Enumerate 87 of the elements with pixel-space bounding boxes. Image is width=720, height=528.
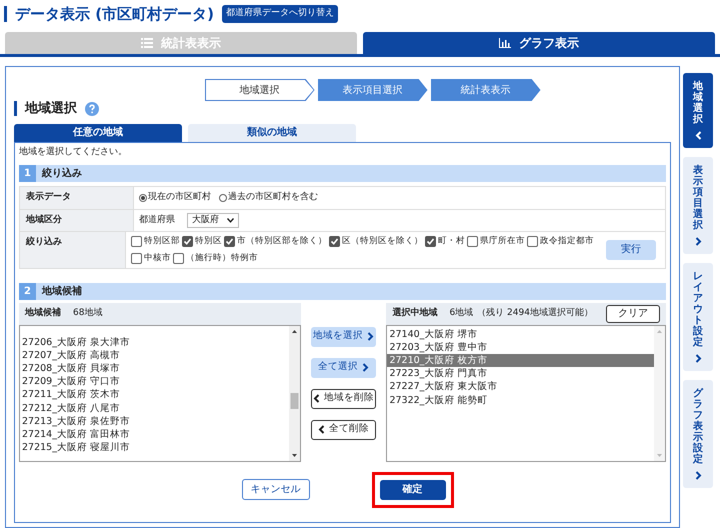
list-item[interactable]: 27215_大阪府 寝屋川市 — [22, 441, 130, 454]
count-text: 6地域 — [449, 306, 474, 320]
cancel-button[interactable]: キャンセル — [242, 479, 310, 500]
checkbox[interactable] — [131, 236, 142, 247]
instruction-text: 地域を選択してください。 — [19, 146, 127, 158]
transfer-button[interactable]: 地域を削除 — [310, 388, 376, 408]
chevron-right-icon — [694, 471, 702, 480]
clear-button[interactable]: クリア — [606, 304, 660, 322]
checkbox[interactable] — [173, 252, 184, 264]
radio-button[interactable] — [219, 194, 227, 202]
step-indicator: 表示項目選択 — [318, 79, 428, 101]
checkbox[interactable] — [425, 236, 436, 247]
region-tab[interactable]: 任意の地域 — [14, 124, 182, 142]
list-item[interactable]: 27212_大阪府 八尾市 — [22, 402, 120, 415]
checkbox[interactable] — [527, 236, 538, 247]
list-icon — [141, 38, 153, 48]
list-title: 地域候補 — [25, 306, 61, 320]
confirm-button[interactable]: 確定 — [380, 480, 446, 500]
switch-button[interactable]: 都道府県データへ切り替え — [222, 5, 338, 23]
side-tab[interactable]: 表示項目選択 — [683, 157, 713, 254]
checkbox-label: 政令指定都市 — [540, 235, 594, 248]
section-number: 2 — [19, 282, 36, 300]
region-tab[interactable]: 類似の地域 — [188, 124, 356, 142]
checkbox-label: 市（特別区部を除く） — [237, 235, 327, 248]
list-item[interactable]: 27213_大阪府 泉佐野市 — [22, 414, 130, 428]
radio-label: 過去の市区町村を含む — [228, 191, 318, 204]
checkbox[interactable] — [467, 236, 478, 247]
list-item[interactable]: 27210_大阪府 枚方市 — [387, 354, 654, 368]
step-indicator: 地域選択 — [204, 79, 314, 101]
chevron-left-icon — [318, 425, 325, 434]
view-tab[interactable]: グラフ表示 — [363, 32, 715, 54]
chevron-right-icon — [694, 237, 702, 246]
row-label: 地域区分 — [26, 214, 62, 224]
checkbox-label: 区（特別区を除く） — [342, 235, 423, 248]
list-title: 選択中地域 — [392, 306, 438, 320]
help-icon[interactable] — [85, 102, 99, 116]
list-item[interactable]: 27322_大阪府 能勢町 — [387, 394, 654, 407]
checkbox-label: 県庁所在市 — [480, 235, 525, 248]
section-title: 地域選択 — [25, 100, 77, 118]
list-item[interactable]: 27209_大阪府 守口市 — [22, 375, 120, 388]
step-indicator: 統計表表示 — [430, 79, 540, 101]
remaining-text: （残り 2494地域選択可能） — [477, 306, 593, 320]
checkbox[interactable] — [329, 236, 340, 247]
radio-button[interactable] — [139, 194, 147, 202]
transfer-button[interactable]: 地域を選択 — [310, 326, 376, 346]
checkbox[interactable] — [224, 236, 235, 247]
chevron-right-icon — [694, 354, 702, 363]
list-item[interactable]: 27203_大阪府 豊中市 — [387, 340, 654, 354]
chevron-right-icon — [366, 332, 374, 341]
checkbox[interactable] — [182, 236, 193, 247]
run-button[interactable]: 実行 — [606, 240, 656, 260]
checkbox-label: （施行時）特例市 — [186, 252, 258, 264]
checkbox-label: 中核市 — [144, 252, 171, 264]
list-item[interactable]: 27207_大阪府 高槻市 — [22, 348, 120, 362]
side-tab[interactable]: 地域選択 — [683, 73, 713, 148]
chevron-left-icon — [312, 394, 320, 403]
chevron-right-icon — [362, 363, 369, 372]
page-title: データ表示 (市区町村データ) — [15, 4, 214, 25]
row-label: 表示データ — [26, 192, 71, 202]
bar-chart-icon — [499, 38, 511, 48]
list-item[interactable]: 27206_大阪府 泉大津市 — [22, 336, 130, 349]
checkbox[interactable] — [131, 252, 142, 264]
field-label: 都道府県 — [139, 214, 175, 226]
list-item[interactable]: 27208_大阪府 貝塚市 — [22, 362, 120, 376]
transfer-button[interactable]: 全て選択 — [310, 358, 376, 378]
section-number: 1 — [19, 165, 36, 182]
list-item[interactable]: 27140_大阪府 堺市 — [387, 328, 654, 341]
transfer-button[interactable]: 全て削除 — [310, 420, 376, 440]
prefecture-select[interactable]: 大阪府 — [187, 212, 239, 228]
side-tab[interactable]: グラフ表示設定 — [683, 380, 713, 488]
row-label: 絞り込み — [26, 237, 62, 247]
caret-icon — [227, 218, 234, 223]
checkbox-label: 特別区部 — [144, 235, 180, 248]
checkbox-label: 特別区 — [195, 235, 222, 248]
side-tab[interactable]: レイアウト設定 — [683, 263, 713, 371]
chevron-left-icon — [694, 131, 702, 140]
list-item[interactable]: 27214_大阪府 富田林市 — [22, 428, 130, 442]
list-item[interactable]: 27227_大阪府 東大阪市 — [387, 380, 654, 394]
list-item[interactable]: 27211_大阪府 茨木市 — [22, 388, 120, 402]
candidate-list[interactable]: 27206_大阪府 泉大津市 27207_大阪府 高槻市 27208_大阪府 貝塚市 27209_大阪府 守口市 27211_大阪府 茨木市 27212_大阪府 八尾市 27213_大阪府 泉佐野市 27214_大阪府 富田林市 27215_大阪府 寝屋川市 — [19, 324, 301, 462]
section-header-text: 地域候補 — [42, 284, 82, 298]
count-text: 68地域 — [73, 306, 102, 320]
radio-label: 現在の市区町村 — [148, 191, 211, 204]
section-header-text: 絞り込み — [42, 166, 82, 181]
list-item[interactable]: 27223_大阪府 門真市 — [387, 367, 654, 380]
selected-list[interactable]: 27140_大阪府 堺市 27203_大阪府 豊中市 27210_大阪府 枚方市 27223_大阪府 門真市 27227_大阪府 東大阪市 27322_大阪府 能勢町 — [386, 324, 666, 462]
checkbox-label: 町・村 — [438, 235, 465, 248]
